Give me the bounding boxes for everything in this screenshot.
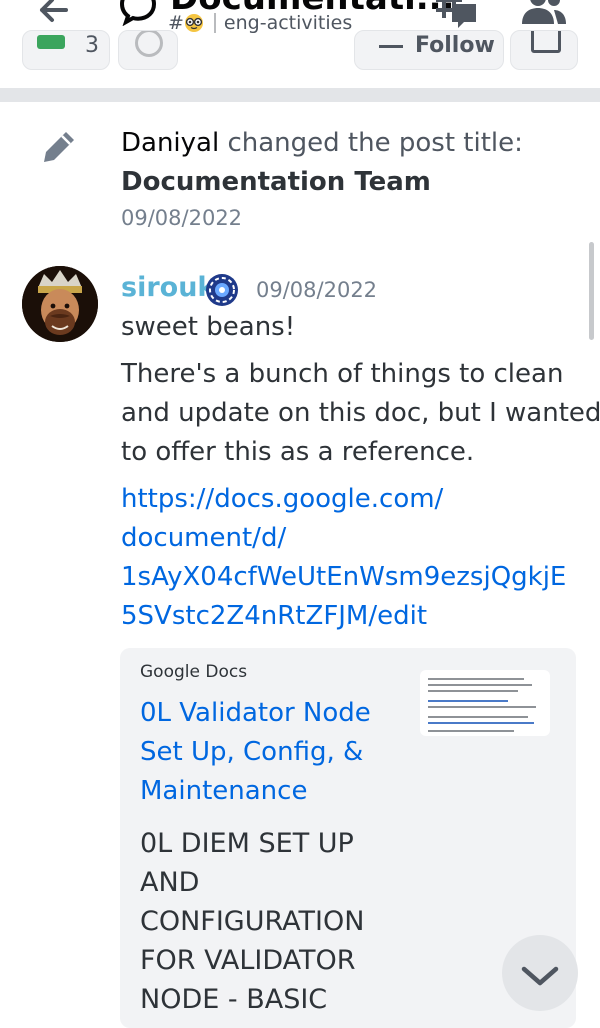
clock-icon	[135, 31, 163, 57]
system-message-author[interactable]: Daniyal	[121, 128, 219, 158]
thumbnail-text-line	[428, 706, 536, 708]
embed-description-line: NODE - BASIC	[140, 984, 328, 1015]
tags-count: 3	[85, 33, 99, 58]
follow-button[interactable]: Follow	[354, 30, 504, 70]
message-link-line[interactable]: 5SVstc2Z4nRtZFJM/edit	[121, 601, 427, 631]
scroll-to-bottom-button[interactable]	[502, 935, 578, 1011]
system-message-date: 09/08/2022	[121, 206, 243, 230]
thumbnail-text-line	[428, 700, 508, 702]
thread-icon	[119, 0, 157, 26]
avatar[interactable]	[22, 266, 98, 342]
scrollbar[interactable]	[589, 242, 594, 340]
message-text-line: sweet beans!	[121, 312, 296, 342]
tag-icon	[37, 35, 65, 49]
follow-label: Follow	[415, 33, 495, 58]
embed-description-line: 0L DIEM SET UP	[140, 828, 354, 859]
embed-title-line[interactable]: Set Up, Config, &	[140, 737, 363, 767]
thumbnail-text-line	[428, 716, 528, 718]
breadcrumb-divider	[213, 13, 216, 33]
system-message-new-title: Documentation Team	[121, 167, 431, 197]
message-date: 09/08/2022	[256, 278, 378, 302]
system-message-action: changed the post title:	[227, 128, 523, 158]
back-arrow-icon[interactable]	[36, 0, 72, 28]
message-link-line[interactable]: https://docs.google.com/	[121, 484, 443, 514]
embed-title-line[interactable]: Maintenance	[140, 776, 307, 806]
message-link-line[interactable]: document/d/	[121, 523, 286, 553]
chevron-down-icon	[521, 966, 559, 986]
thumbnail-text-line	[428, 678, 524, 680]
tags-button[interactable]: 3	[22, 30, 110, 70]
thumbnail-text-line	[428, 684, 532, 686]
embed-title-line[interactable]: 0L Validator Node	[140, 698, 371, 728]
bell-icon	[379, 35, 403, 48]
server-badge-icon	[206, 274, 238, 306]
avatar-image	[22, 266, 98, 342]
message-text-line: to offer this as a reference.	[121, 437, 475, 467]
embed-provider: Google Docs	[140, 662, 248, 682]
members-icon[interactable]	[520, 0, 566, 26]
embed-thumbnail[interactable]	[420, 670, 550, 736]
section-divider	[0, 88, 600, 102]
message-text-line: and update on this doc, but I wanted	[121, 398, 600, 428]
embed-description-line: CONFIGURATION	[140, 906, 365, 937]
embed-description-line: AND	[140, 867, 200, 898]
channel-breadcrumb[interactable]: # eng-activities	[168, 12, 352, 34]
threads-icon[interactable]	[432, 0, 480, 32]
more-options-button[interactable]	[510, 30, 578, 70]
message-text-line: There's a bunch of things to clean	[121, 359, 564, 389]
channel-name: eng-activities	[223, 12, 353, 34]
thumbnail-text-line	[428, 722, 534, 724]
pencil-icon	[44, 132, 74, 162]
system-message-line: Daniyal changed the post title:	[121, 128, 523, 158]
embed-description-line: FOR VALIDATOR	[140, 945, 356, 976]
message-author[interactable]: sirouk	[121, 272, 215, 303]
thumbnail-text-line	[428, 730, 514, 732]
message-link-line[interactable]: 1sAyX04cfWeUtEnWsm9ezsjQgkjE	[121, 562, 566, 592]
square-icon	[531, 31, 561, 53]
slowmode-button[interactable]	[118, 30, 178, 70]
thumbnail-text-line	[428, 690, 518, 692]
nerd-face-emoji-icon	[184, 14, 203, 32]
